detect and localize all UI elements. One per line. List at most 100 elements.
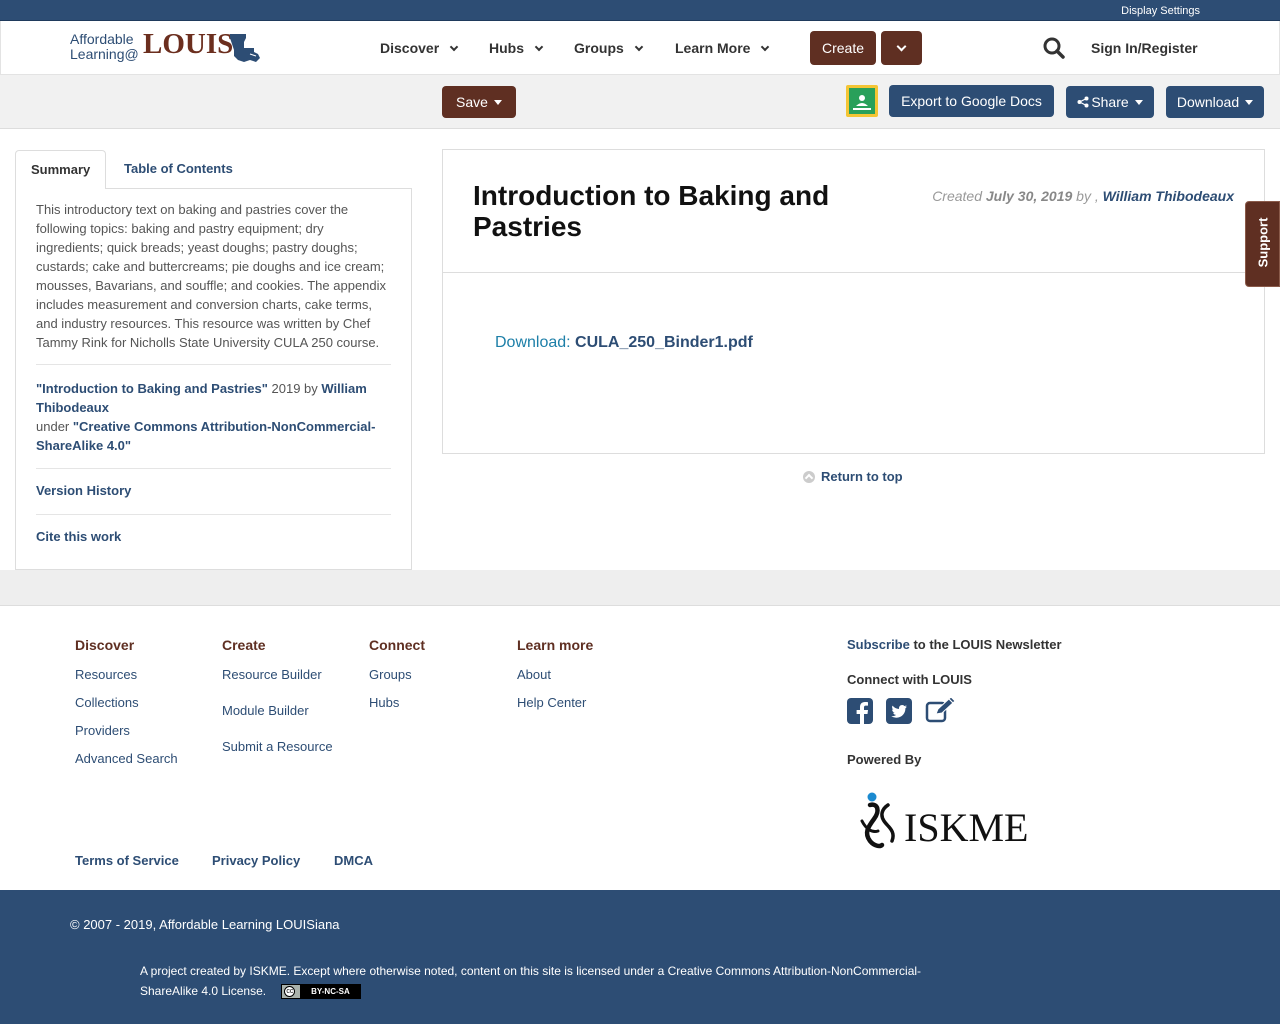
nav-hubs-label: Hubs bbox=[489, 40, 524, 56]
footer-link-submit-resource[interactable]: Submit a Resource bbox=[222, 739, 333, 754]
resource-toolbar: Save Export to Google Docs Share Downloa… bbox=[0, 75, 1280, 129]
download-link-label: Download: bbox=[495, 334, 576, 351]
iskme-logo-text: ISKME bbox=[904, 805, 1028, 850]
license-notice: A project created by ISKME. Except where… bbox=[140, 961, 940, 1001]
support-label: Support bbox=[1255, 217, 1271, 268]
bottom-bar: © 2007 - 2019, Affordable Learning LOUIS… bbox=[0, 890, 1280, 1024]
main-navbar: Affordable Learning@ LOUIS Discover Hubs… bbox=[0, 21, 1280, 75]
save-button[interactable]: Save bbox=[442, 86, 516, 118]
footer-heading: Discover bbox=[75, 637, 135, 653]
page-title: Introduction to Baking and Pastries bbox=[473, 180, 830, 242]
share-icon bbox=[1077, 96, 1089, 108]
footer-col-discover: Discover Resources Collections Providers… bbox=[75, 637, 178, 766]
classroom-person-icon bbox=[853, 95, 871, 110]
footer-link-providers[interactable]: Providers bbox=[75, 723, 178, 738]
caret-down-icon bbox=[493, 99, 502, 105]
top-bar: Display Settings bbox=[0, 0, 1280, 21]
cc-icon: cc bbox=[284, 986, 296, 998]
chevron-down-icon bbox=[634, 42, 644, 51]
save-button-label: Save bbox=[456, 94, 488, 110]
nav-discover[interactable]: Discover bbox=[380, 40, 459, 56]
download-button-label: Download bbox=[1176, 94, 1240, 110]
newsletter-subscribe: Subscribe to the LOUIS Newsletter bbox=[847, 637, 1062, 652]
nav-discover-label: Discover bbox=[380, 40, 440, 56]
divider bbox=[36, 364, 391, 365]
chevron-down-icon bbox=[761, 42, 770, 51]
support-tab[interactable]: Support bbox=[1245, 201, 1280, 287]
author-link[interactable]: William Thibodeaux bbox=[1103, 188, 1234, 204]
terms-of-service-link[interactable]: Terms of Service bbox=[75, 853, 179, 868]
summary-panel: This introductory text on baking and pas… bbox=[15, 188, 412, 570]
version-history-link[interactable]: Version History bbox=[36, 483, 131, 498]
divider bbox=[443, 272, 1264, 273]
dmca-link[interactable]: DMCA bbox=[334, 853, 373, 868]
nav-groups[interactable]: Groups bbox=[574, 40, 644, 56]
footer-col-create: Create Resource Builder Module Builder S… bbox=[222, 637, 333, 754]
resource-card: Introduction to Baking and Pastries Crea… bbox=[442, 149, 1265, 454]
attribution-under: under bbox=[36, 419, 73, 434]
export-google-docs-button[interactable]: Export to Google Docs bbox=[889, 85, 1054, 117]
created-meta: Created July 30, 2019 by , William Thibo… bbox=[932, 188, 1234, 204]
chevron-down-icon bbox=[449, 42, 459, 51]
return-to-top-link[interactable]: Return to top bbox=[803, 469, 903, 484]
footer-link-resource-builder[interactable]: Resource Builder bbox=[222, 667, 333, 682]
footer-link-advanced-search[interactable]: Advanced Search bbox=[75, 751, 178, 766]
divider bbox=[36, 514, 391, 515]
search-icon[interactable] bbox=[1043, 37, 1065, 59]
powered-by-label: Powered By bbox=[847, 752, 922, 767]
chevron-down-icon bbox=[896, 41, 907, 52]
facebook-icon[interactable] bbox=[847, 698, 873, 724]
copyright: © 2007 - 2019, Affordable Learning LOUIS… bbox=[70, 917, 340, 932]
footer-heading: Learn more bbox=[517, 637, 594, 653]
footer-link-help-center[interactable]: Help Center bbox=[517, 695, 593, 710]
download-button[interactable]: Download bbox=[1166, 86, 1264, 118]
iskme-logo[interactable]: ISKME bbox=[858, 791, 1048, 855]
footer-col-connect: Connect Groups Hubs bbox=[369, 637, 425, 710]
attribution-title[interactable]: "Introduction to Baking and Pastries" bbox=[36, 381, 268, 396]
footer-heading: Connect bbox=[369, 637, 425, 653]
divider bbox=[36, 468, 391, 469]
logo-line1: Affordable bbox=[70, 31, 134, 47]
nav-hubs[interactable]: Hubs bbox=[489, 40, 544, 56]
download-file-name: CULA_250_Binder1.pdf bbox=[575, 334, 753, 351]
created-prefix: Created bbox=[932, 188, 986, 204]
attribution-license[interactable]: "Creative Commons Attribution-NonCommerc… bbox=[36, 419, 375, 453]
create-button[interactable]: Create bbox=[810, 31, 877, 65]
create-dropdown-toggle[interactable] bbox=[881, 31, 922, 65]
edit-blog-icon[interactable] bbox=[925, 698, 957, 724]
nav-groups-label: Groups bbox=[574, 40, 624, 56]
sign-in-register-link[interactable]: Sign In/Register bbox=[1091, 40, 1198, 56]
google-classroom-icon[interactable] bbox=[846, 85, 878, 117]
footer-link-collections[interactable]: Collections bbox=[75, 695, 178, 710]
share-button[interactable]: Share bbox=[1066, 86, 1154, 118]
license-text: A project created by ISKME. Except where… bbox=[140, 964, 922, 998]
privacy-policy-link[interactable]: Privacy Policy bbox=[212, 853, 300, 868]
twitter-icon[interactable] bbox=[886, 698, 912, 724]
tab-summary[interactable]: Summary bbox=[15, 150, 106, 189]
footer-link-resources[interactable]: Resources bbox=[75, 667, 178, 682]
footer-link-groups[interactable]: Groups bbox=[369, 667, 425, 682]
caret-down-icon bbox=[1245, 99, 1254, 105]
resource-summary: This introductory text on baking and pas… bbox=[36, 202, 387, 350]
download-link[interactable]: Download: CULA_250_Binder1.pdf bbox=[495, 334, 753, 352]
site-logo[interactable]: Affordable Learning@ LOUIS bbox=[70, 28, 262, 66]
created-date: July 30, 2019 bbox=[985, 188, 1073, 204]
subscribe-link[interactable]: Subscribe bbox=[847, 637, 910, 652]
gray-band bbox=[0, 570, 1280, 606]
footer-link-about[interactable]: About bbox=[517, 667, 593, 682]
footer-link-module-builder[interactable]: Module Builder bbox=[222, 703, 333, 718]
connect-label: Connect with LOUIS bbox=[847, 672, 972, 687]
footer-link-hubs[interactable]: Hubs bbox=[369, 695, 425, 710]
display-settings-link[interactable]: Display Settings bbox=[1121, 5, 1200, 17]
nav-learn-more-label: Learn More bbox=[675, 40, 751, 56]
footer-col-learn-more: Learn more About Help Center bbox=[517, 637, 593, 710]
nav-learn-more[interactable]: Learn More bbox=[675, 40, 770, 56]
cc-license-badge[interactable]: cc BY-NC-SA bbox=[281, 984, 362, 1000]
tab-table-of-contents[interactable]: Table of Contents bbox=[109, 150, 248, 189]
cc-badge-text: BY-NC-SA bbox=[300, 985, 361, 999]
cite-this-work-link[interactable]: Cite this work bbox=[36, 529, 121, 544]
logo-line2: Learning@ bbox=[70, 46, 139, 62]
attribution-year: 2019 by bbox=[267, 381, 322, 396]
return-to-top-label: Return to top bbox=[821, 469, 903, 484]
caret-down-icon bbox=[1134, 99, 1143, 105]
